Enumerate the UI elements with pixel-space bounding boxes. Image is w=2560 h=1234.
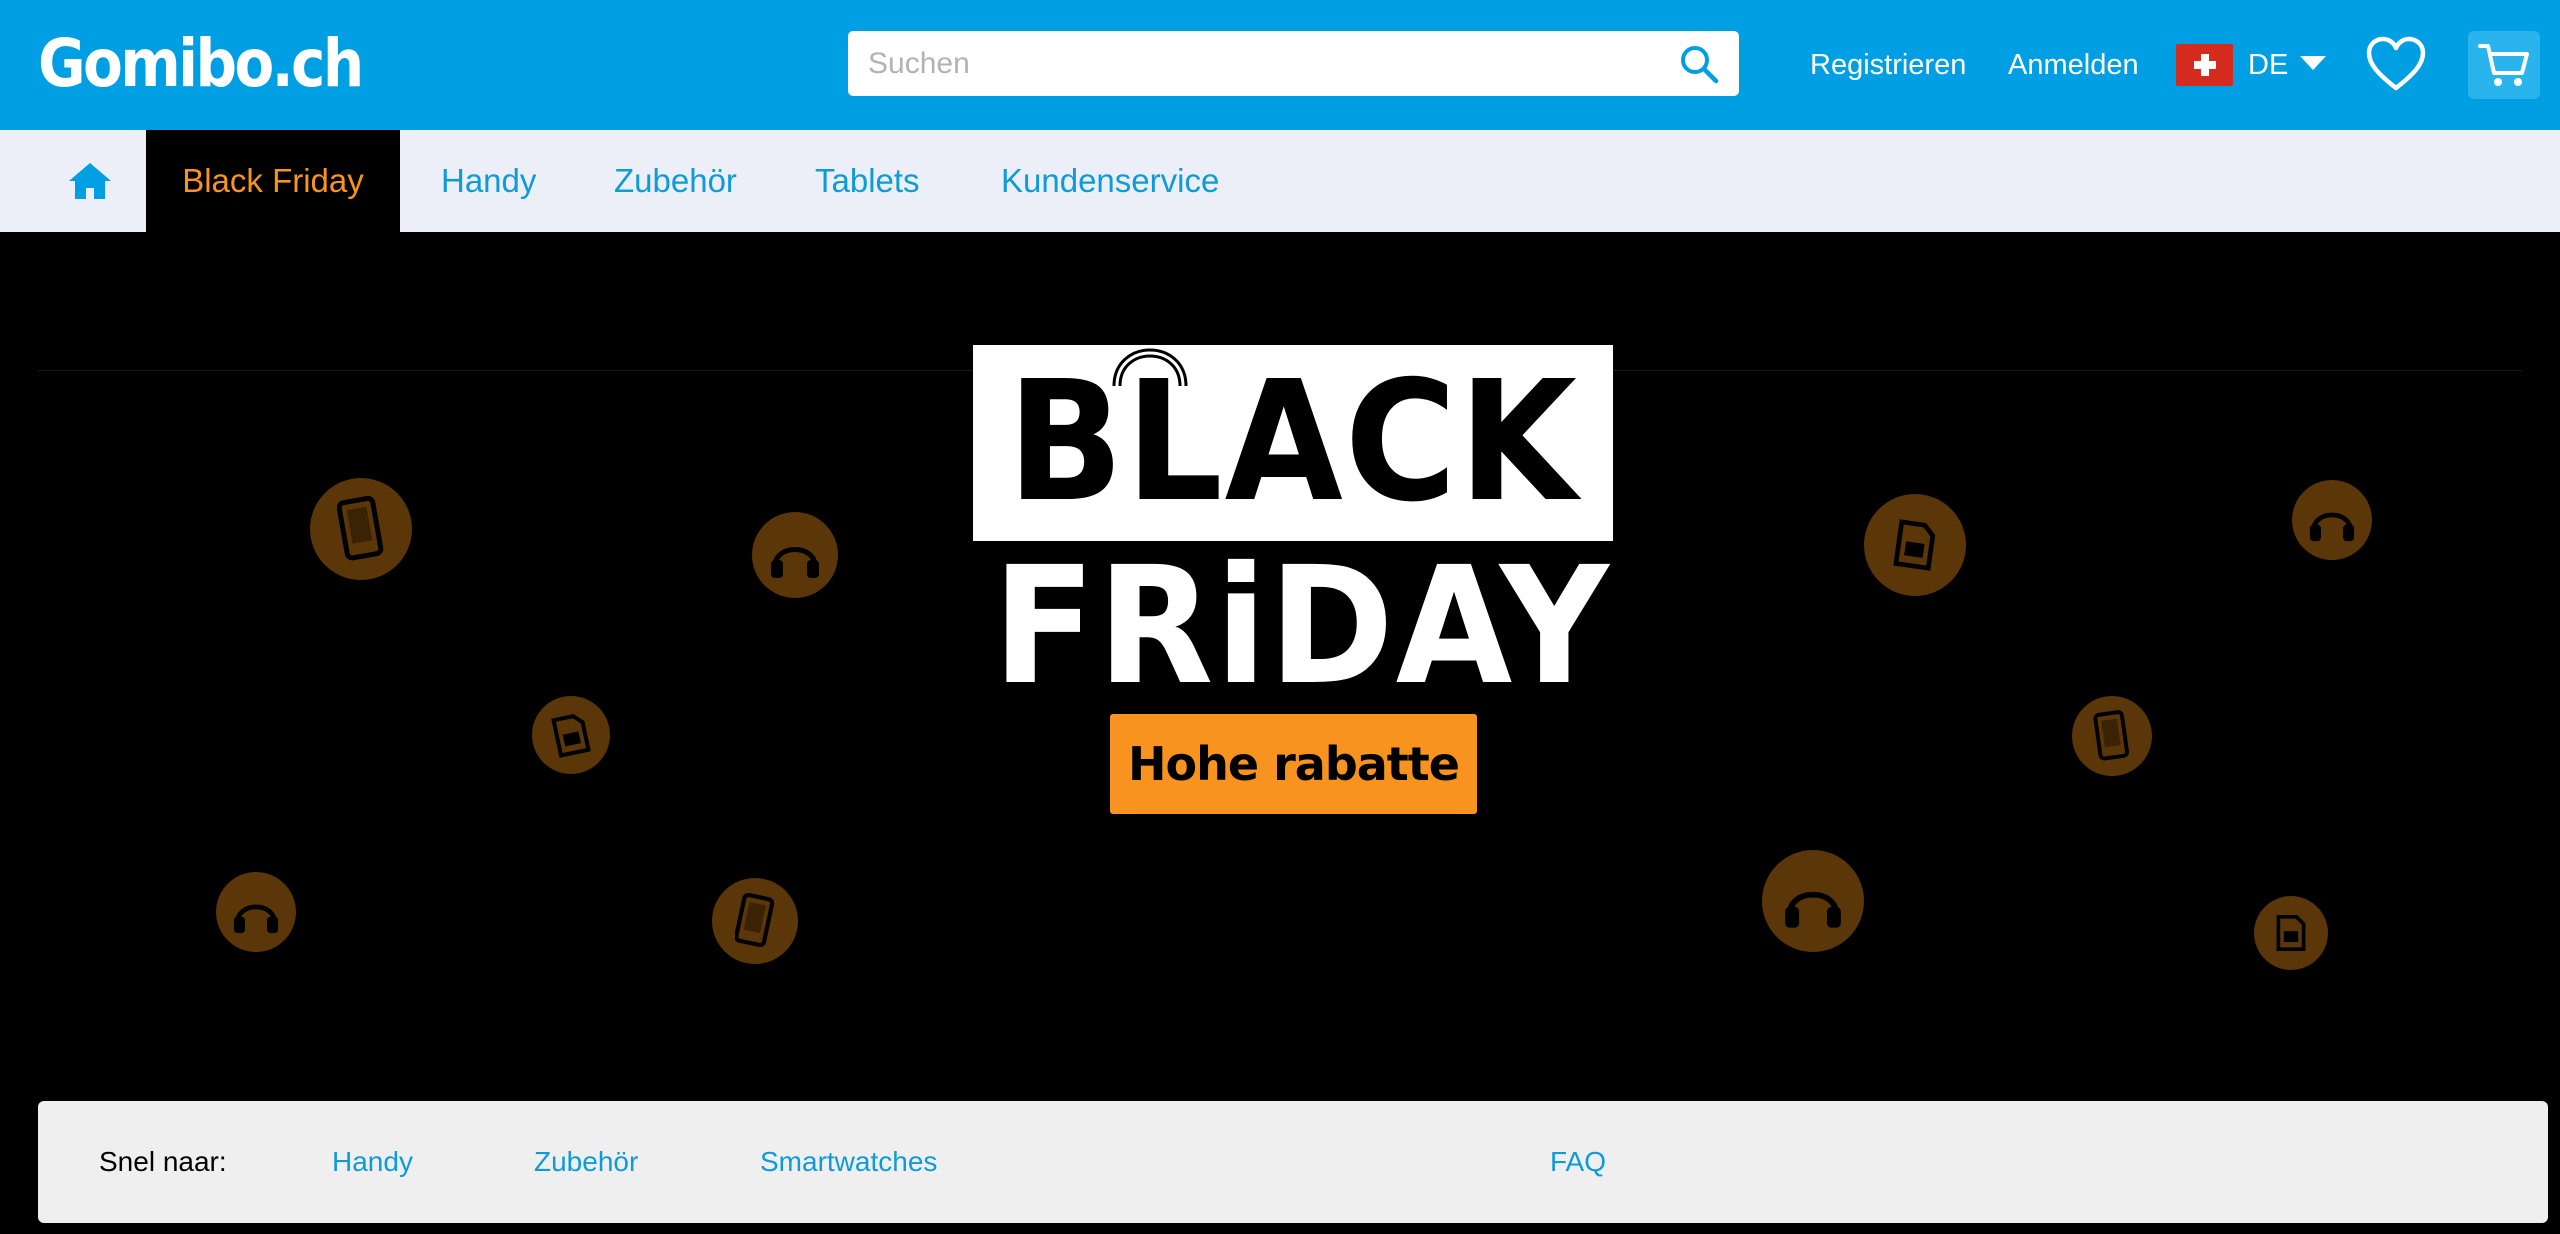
phone-icon [712, 878, 798, 964]
black-friday-hero[interactable]: BLACK FRiDAY Hohe rabatte [0, 232, 2560, 1102]
headphones-icon [1762, 850, 1864, 952]
quick-links-label: Snel naar: [99, 1146, 227, 1177]
headphones-icon [2292, 480, 2372, 560]
search-icon [1681, 45, 1719, 83]
search-input[interactable] [848, 31, 1659, 96]
nav-home[interactable] [44, 130, 136, 232]
phone-icon [310, 478, 412, 580]
search-button[interactable] [1659, 31, 1739, 96]
nav-item-black-friday[interactable]: Black Friday [146, 130, 400, 232]
sim-card-icon [2254, 896, 2328, 970]
nav-item-handy[interactable]: Handy [441, 130, 536, 232]
black-word: BLACK [1007, 346, 1579, 539]
cta-badge[interactable]: Hohe rabatte [1110, 714, 1477, 814]
heart-icon[interactable] [2366, 36, 2426, 92]
swiss-flag-icon[interactable] [2176, 44, 2233, 86]
language-selector[interactable]: DE [2248, 40, 2288, 90]
quick-link-handy[interactable]: Handy [332, 1101, 413, 1223]
register-link[interactable]: Registrieren [1810, 40, 1966, 90]
quick-link-zubehor[interactable]: Zubehör [534, 1101, 638, 1223]
cart-icon [2478, 44, 2529, 86]
nav-item-tablets[interactable]: Tablets [815, 130, 920, 232]
logo[interactable]: Gomibo.ch [38, 18, 364, 108]
main-nav: Black Friday Handy Zubehör Tablets Kunde… [0, 130, 2560, 232]
quick-link-smartwatches[interactable]: Smartwatches [760, 1101, 937, 1223]
site-header: Gomibo.ch Registrieren Anmelden DE [0, 0, 2560, 130]
cart-button[interactable] [2468, 31, 2540, 99]
sim-card-icon [532, 696, 610, 774]
headphones-icon [752, 512, 838, 598]
friday-word: FRiDAY [992, 533, 1611, 721]
nav-item-zubehor[interactable]: Zubehör [614, 130, 737, 232]
chevron-down-icon[interactable] [2300, 56, 2326, 72]
nav-item-kundenservice[interactable]: Kundenservice [1001, 130, 1219, 232]
quick-links-bar: Snel naar: Handy Zubehör Smartwatches FA… [38, 1101, 2548, 1223]
home-icon [69, 163, 111, 199]
swiss-cross [2193, 54, 2216, 76]
quick-link-faq[interactable]: FAQ [1550, 1101, 1606, 1223]
login-link[interactable]: Anmelden [2008, 40, 2139, 90]
search-bar [848, 31, 1739, 96]
headphones-icon [216, 872, 296, 952]
sim-card-icon [1864, 494, 1966, 596]
phone-icon [2072, 696, 2152, 776]
